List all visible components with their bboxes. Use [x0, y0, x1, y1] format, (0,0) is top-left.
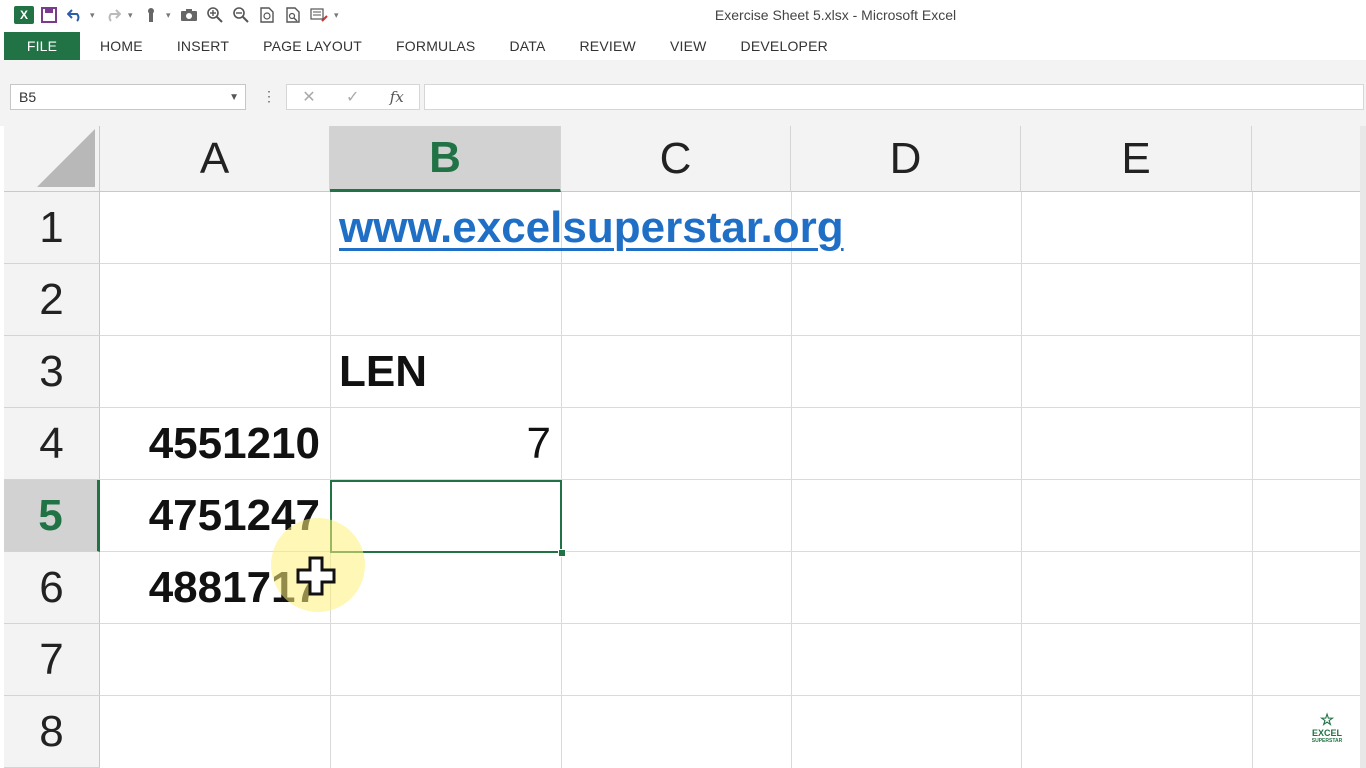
row-header-6[interactable]: 6 — [4, 552, 100, 624]
formula-buttons: ✕ ✓ fx — [286, 84, 420, 110]
gridline — [1252, 192, 1253, 768]
row-header-5[interactable]: 5 — [4, 480, 100, 552]
tab-page-layout[interactable]: PAGE LAYOUT — [246, 32, 379, 60]
gridline — [100, 335, 1366, 336]
active-cell-b5[interactable] — [330, 480, 562, 553]
worksheet-grid[interactable]: A B C D E 1 2 3 4 5 6 7 8 www.excelsuper… — [4, 126, 1366, 768]
window-title: Exercise Sheet 5.xlsx - Microsoft Excel — [714, 7, 957, 23]
cell-a4[interactable]: 4551210 — [100, 408, 330, 480]
tab-review[interactable]: REVIEW — [563, 32, 653, 60]
name-box-dropdown-icon[interactable]: ▼ — [229, 92, 239, 103]
formula-bar-grip-icon[interactable]: ⋮ — [262, 88, 276, 105]
formula-gap — [0, 114, 1366, 126]
row-header-4[interactable]: 4 — [4, 408, 100, 480]
formula-input[interactable] — [424, 84, 1364, 110]
star-icon: ☆ — [1319, 712, 1335, 729]
ribbon-collapsed-area — [0, 60, 1366, 83]
column-header-c[interactable]: C — [561, 126, 791, 192]
title-bar: X ▾ ▾ ▾ ▾ Exercise Sheet 5.xlsx - Micros… — [0, 0, 1366, 32]
vertical-scroll-edge[interactable] — [1360, 126, 1366, 768]
column-header-f[interactable] — [1252, 126, 1366, 192]
gridline — [791, 192, 792, 768]
tab-view[interactable]: VIEW — [653, 32, 724, 60]
tab-file[interactable]: FILE — [4, 32, 80, 60]
ribbon-tabs: FILE HOME INSERT PAGE LAYOUT FORMULAS DA… — [0, 32, 1366, 60]
column-header-d[interactable]: D — [791, 126, 1021, 192]
name-box[interactable]: B5 ▼ — [10, 84, 246, 110]
cell-select-cursor-icon — [296, 556, 336, 596]
fill-handle[interactable] — [558, 549, 566, 557]
gridline — [100, 695, 1366, 696]
name-box-value: B5 — [19, 89, 37, 105]
insert-function-icon[interactable]: fx — [390, 88, 404, 106]
cell-b3[interactable]: LEN — [330, 336, 561, 408]
gridline — [1021, 192, 1022, 768]
row-header-1[interactable]: 1 — [4, 192, 100, 264]
row-header-7[interactable]: 7 — [4, 624, 100, 696]
row-header-8[interactable]: 8 — [4, 696, 100, 768]
column-header-a[interactable]: A — [100, 126, 330, 192]
row-header-2[interactable]: 2 — [4, 264, 100, 336]
tab-insert[interactable]: INSERT — [160, 32, 246, 60]
excel-superstar-logo: ☆ EXCEL SUPERSTAR — [1310, 712, 1344, 745]
cell-b1[interactable]: www.excelsuperstar.org — [330, 192, 890, 264]
tab-data[interactable]: DATA — [492, 32, 562, 60]
watermark-subtext: SUPERSTAR — [1311, 738, 1343, 744]
formula-bar: B5 ▼ ⋮ ✕ ✓ fx — [0, 82, 1366, 114]
column-header-e[interactable]: E — [1021, 126, 1252, 192]
row-header-3[interactable]: 3 — [4, 336, 100, 408]
select-all-button[interactable] — [4, 126, 100, 192]
cancel-icon[interactable]: ✕ — [302, 87, 315, 107]
website-link[interactable]: www.excelsuperstar.org — [339, 203, 844, 253]
tab-developer[interactable]: DEVELOPER — [724, 32, 845, 60]
watermark-text: EXCEL — [1311, 728, 1342, 738]
enter-icon[interactable]: ✓ — [346, 87, 359, 107]
cell-b4[interactable]: 7 — [330, 408, 561, 480]
tab-formulas[interactable]: FORMULAS — [379, 32, 492, 60]
tab-home[interactable]: HOME — [80, 32, 160, 60]
column-header-b[interactable]: B — [330, 126, 561, 192]
